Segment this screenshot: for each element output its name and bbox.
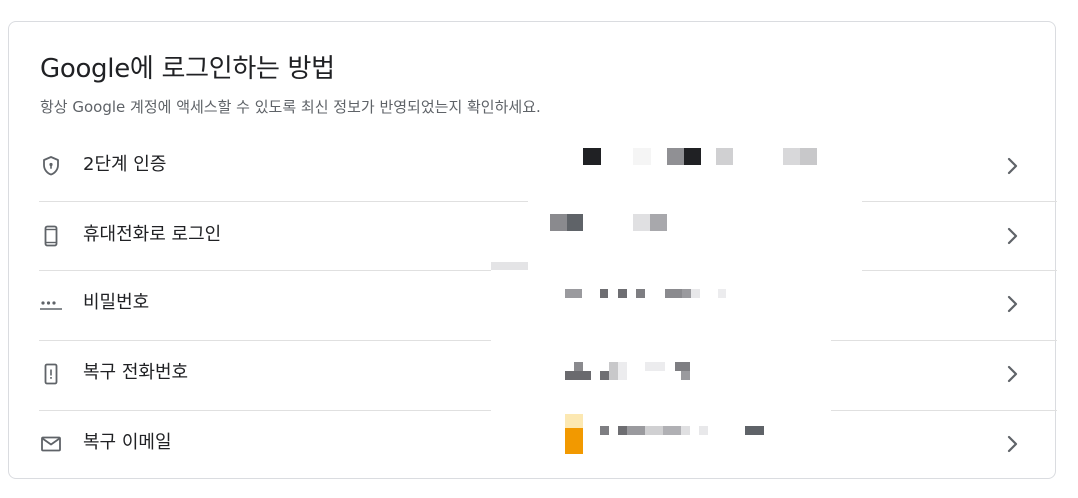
signin-methods-card: Google에 로그인하는 방법 항상 Google 계정에 액세스할 수 있도… <box>8 21 1057 479</box>
row-two-step-verification[interactable]: 2단계 인증 <box>39 132 1057 200</box>
redaction-overlay <box>528 192 862 272</box>
mail-icon <box>39 432 63 456</box>
row-label: 비밀번호 <box>83 292 150 313</box>
smartphone-icon <box>39 224 63 248</box>
row-label: 복구 이메일 <box>83 432 172 453</box>
redaction-overlay <box>491 262 528 270</box>
row-label: 휴대전화로 로그인 <box>83 224 222 245</box>
redaction-overlay <box>491 262 862 292</box>
redaction-overlay <box>491 292 831 412</box>
row-label: 2단계 인증 <box>83 154 167 175</box>
chevron-right-icon <box>997 358 1029 390</box>
shield-icon <box>39 154 63 178</box>
row-recovery-email[interactable]: 복구 이메일 <box>39 410 1057 478</box>
section-subtitle: 항상 Google 계정에 액세스할 수 있도록 최신 정보가 반영되었는지 확… <box>40 98 541 116</box>
chevron-right-icon <box>997 288 1029 320</box>
phone-alert-icon <box>39 362 63 386</box>
chevron-right-icon <box>997 150 1029 182</box>
chevron-right-icon <box>997 428 1029 460</box>
section-title: Google에 로그인하는 방법 <box>40 54 335 84</box>
password-icon <box>39 292 63 316</box>
chevron-right-icon <box>997 220 1029 252</box>
row-label: 복구 전화번호 <box>83 362 189 383</box>
